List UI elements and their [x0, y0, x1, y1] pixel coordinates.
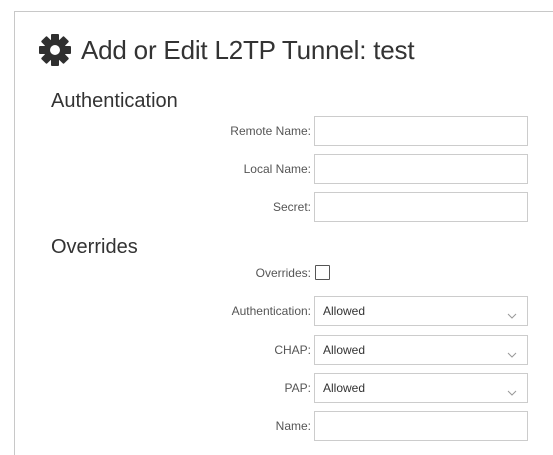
chap-select-label: CHAP: — [274, 343, 311, 357]
pap-select-row: PAP: Allowed — [150, 373, 530, 403]
secret-input[interactable] — [314, 192, 528, 222]
overrides-heading: Overrides — [51, 236, 138, 258]
remote-name-label: Remote Name: — [230, 124, 311, 138]
secret-label: Secret: — [272, 200, 311, 214]
local-name-label: Local Name: — [243, 162, 311, 176]
authentication-heading: Authentication — [51, 90, 178, 112]
name-label: Name: — [275, 419, 311, 433]
pap-select[interactable]: Allowed — [314, 373, 528, 403]
chap-select-row: CHAP: Allowed — [150, 335, 530, 365]
overrides-checkbox[interactable] — [315, 265, 330, 280]
local-name-row: Local Name: — [150, 154, 530, 184]
authentication-select-label: Authentication: — [231, 304, 311, 318]
chevron-down-icon — [507, 307, 517, 325]
local-name-input[interactable] — [314, 154, 528, 184]
overrides-label: Overrides: — [255, 266, 311, 280]
remote-name-input[interactable] — [314, 116, 528, 146]
chap-select-value: Allowed — [323, 343, 366, 357]
authentication-select-value: Allowed — [323, 304, 366, 318]
remote-name-row: Remote Name: — [150, 116, 530, 146]
pap-select-value: Allowed — [323, 381, 366, 395]
chap-select[interactable]: Allowed — [314, 335, 528, 365]
chevron-down-icon — [507, 346, 517, 364]
overrides-row: Overrides: — [150, 258, 530, 288]
name-row: Name: — [150, 411, 530, 441]
name-input[interactable] — [314, 411, 528, 441]
gear-icon — [38, 33, 72, 67]
secret-row: Secret: — [150, 192, 530, 222]
authentication-select-row: Authentication: Allowed — [150, 296, 530, 326]
pap-select-label: PAP: — [284, 381, 311, 395]
chevron-down-icon — [507, 384, 517, 402]
dialog-title-text: Add or Edit L2TP Tunnel: test — [81, 34, 415, 65]
authentication-select[interactable]: Allowed — [314, 296, 528, 326]
dialog-title: Add or Edit L2TP Tunnel: test — [38, 33, 415, 67]
